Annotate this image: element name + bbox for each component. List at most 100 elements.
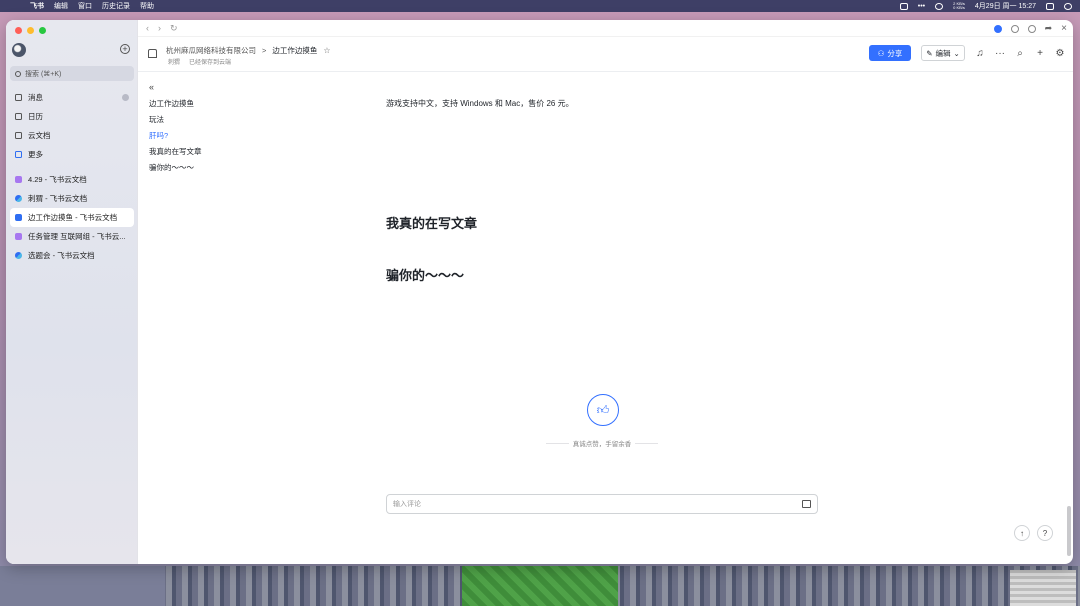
avatar[interactable] <box>12 43 26 57</box>
feishu-icon[interactable] <box>993 24 1002 33</box>
close-icon[interactable]: × <box>1061 23 1067 33</box>
plus-icon[interactable]: + <box>1035 48 1045 59</box>
thumbs-up-icon: 👍︎ <box>596 402 610 417</box>
sidebar-item-label: 消息 <box>28 93 43 102</box>
document-pane: ‹ › ↻ ➦ × 杭州麻瓜网络科技有限公司 > 边工作边摸鱼 ☆ 刺猬 已经保… <box>138 20 1073 564</box>
scrollbar[interactable] <box>1067 506 1071 556</box>
game-field <box>462 566 618 606</box>
recent-doc-item-active[interactable]: 边工作边摸鱼 - 飞书云文档 <box>10 208 134 227</box>
divider <box>546 442 569 444</box>
chat-icon <box>15 94 22 101</box>
mindnote-icon <box>15 195 22 202</box>
window-controls <box>15 27 46 34</box>
like-text: 真诚点赞，手留余香 <box>572 441 632 448</box>
clock[interactable]: 4月29日 周一 15:27 <box>975 1 1036 11</box>
divider <box>635 442 658 444</box>
recent-doc-item[interactable]: 选题会 - 飞书云文档 <box>10 246 134 265</box>
comment-input[interactable]: 输入评论 <box>386 494 818 514</box>
sidebar-item-label: 更多 <box>28 150 43 159</box>
collapse-toc-icon[interactable]: « <box>149 82 202 92</box>
menu-edit[interactable]: 编辑 <box>54 1 68 11</box>
section-heading[interactable]: 我真的在写文章 <box>386 213 477 232</box>
menu-bar: 飞书 编辑 窗口 历史记录 帮助 ••• 2 KB/s 0 KB/s 4月29日… <box>0 0 1080 12</box>
more-options-icon[interactable]: ··· <box>995 48 1005 59</box>
background-game-window <box>0 566 1080 606</box>
menu-help[interactable]: 帮助 <box>140 1 154 11</box>
toc-item[interactable]: 我真的在写文章 <box>149 144 202 160</box>
toc-item[interactable]: 玩法 <box>149 112 202 128</box>
net-down: 0 KB/s <box>953 5 965 10</box>
sidebar: + 搜索 (⌘+K) 消息 日历 云文档 更多 4.29 - 飞书云文档 刺猬 … <box>6 20 138 564</box>
comment-placeholder: 输入评论 <box>393 501 421 508</box>
control-center-icon[interactable] <box>1064 2 1072 10</box>
toc-item-active[interactable]: 肝吗? <box>149 128 202 144</box>
help-button[interactable]: ? <box>1037 525 1053 541</box>
doc-icon <box>15 233 22 240</box>
doc-icon <box>15 176 22 183</box>
share-icon: ⚇ <box>877 48 885 58</box>
close-window-button[interactable] <box>15 27 22 34</box>
meta-status: 已经保存到云端 <box>189 60 232 66</box>
minimize-window-button[interactable] <box>27 27 34 34</box>
compass-icon[interactable] <box>1010 24 1019 33</box>
document-body: 游戏支持中文，支持 Windows 和 Mac，售价 26 元。 我真的在写文章… <box>386 98 826 283</box>
share-button[interactable]: ⚇ 分享 <box>869 45 911 61</box>
sidebar-item-label: 云文档 <box>28 131 51 140</box>
sidebar-nav: 消息 日历 云文档 更多 4.29 - 飞书云文档 刺猬 - 飞书云文档 边工作… <box>10 88 134 265</box>
menu-app-name[interactable]: 飞书 <box>30 1 44 11</box>
feishu-window: + 搜索 (⌘+K) 消息 日历 云文档 更多 4.29 - 飞书云文档 刺猬 … <box>6 20 1073 564</box>
body-paragraph[interactable]: 游戏支持中文，支持 Windows 和 Mac，售价 26 元。 <box>386 98 826 109</box>
bell-icon[interactable]: ♫ <box>975 48 985 59</box>
sidebar-item-calendar[interactable]: 日历 <box>10 107 134 126</box>
like-button[interactable]: 👍︎ <box>587 394 619 426</box>
toc-item[interactable]: 骗你的～～～ <box>149 160 202 176</box>
sidebar-item-docs[interactable]: 云文档 <box>10 126 134 145</box>
section-heading[interactable]: 骗你的～～～ <box>386 265 464 284</box>
doc-title: 选题会 - 飞书云文档 <box>28 251 95 260</box>
browser-toolbar: ‹ › ↻ ➦ × <box>138 20 1073 37</box>
mindnote-icon <box>15 252 22 259</box>
image-icon[interactable] <box>802 500 811 508</box>
edit-button[interactable]: ✎ 编辑 ⌄ <box>921 45 965 61</box>
search-input[interactable]: 搜索 (⌘+K) <box>10 66 134 81</box>
like-caption: 真诚点赞，手留余香 <box>546 438 658 448</box>
edit-label: 编辑 <box>935 48 951 58</box>
link-icon[interactable] <box>1027 24 1036 33</box>
menu-window[interactable]: 窗口 <box>78 1 92 11</box>
breadcrumb-separator: > <box>262 46 267 55</box>
back-icon[interactable]: ‹ <box>146 23 149 33</box>
add-icon[interactable]: + <box>120 44 130 54</box>
search-icon <box>15 70 21 77</box>
forward-share-icon[interactable]: ➦ <box>1045 23 1053 34</box>
sidebar-item-messages[interactable]: 消息 <box>10 88 134 107</box>
help-icon: ? <box>1042 528 1048 538</box>
zoom-window-button[interactable] <box>39 27 46 34</box>
recent-doc-item[interactable]: 任务管理 互联网组 - 飞书云... <box>10 227 134 246</box>
wifi-icon[interactable] <box>935 2 944 10</box>
recent-doc-item[interactable]: 4.29 - 飞书云文档 <box>10 170 134 189</box>
breadcrumb-parent[interactable]: 杭州麻瓜网络科技有限公司 <box>166 45 256 56</box>
refresh-icon[interactable]: ↻ <box>170 23 178 34</box>
sidebar-item-more[interactable]: 更多 <box>10 145 134 164</box>
arrow-up-icon: ↑ <box>1020 528 1024 538</box>
breadcrumb-current[interactable]: 边工作边摸鱼 <box>272 45 317 56</box>
battery-icon[interactable] <box>1046 2 1054 10</box>
forward-icon[interactable]: › <box>158 23 161 33</box>
menu-history[interactable]: 历史记录 <box>102 1 130 11</box>
header-actions: ⚇ 分享 ✎ 编辑 ⌄ ♫ ··· ⌕ + ⚙ <box>869 45 1065 61</box>
doc-icon <box>15 214 22 221</box>
recent-doc-item[interactable]: 刺猬 - 飞书云文档 <box>10 189 134 208</box>
more-icon[interactable]: ••• <box>918 3 925 10</box>
toolbar-actions: ➦ × <box>993 23 1067 34</box>
meta-author: 刺猬 <box>168 60 181 66</box>
home-icon[interactable] <box>148 49 157 58</box>
toc-item[interactable]: 边工作边摸鱼 <box>149 96 202 112</box>
search-icon[interactable]: ⌕ <box>1015 48 1025 59</box>
doc-title: 任务管理 互联网组 - 飞书云... <box>28 232 126 241</box>
settings-icon[interactable]: ⚙ <box>1055 48 1065 59</box>
gamepad-icon[interactable] <box>899 2 908 10</box>
unread-badge <box>122 94 129 101</box>
star-icon[interactable]: ☆ <box>323 46 330 55</box>
calendar-icon <box>15 113 22 120</box>
scroll-top-button[interactable]: ↑ <box>1014 525 1030 541</box>
